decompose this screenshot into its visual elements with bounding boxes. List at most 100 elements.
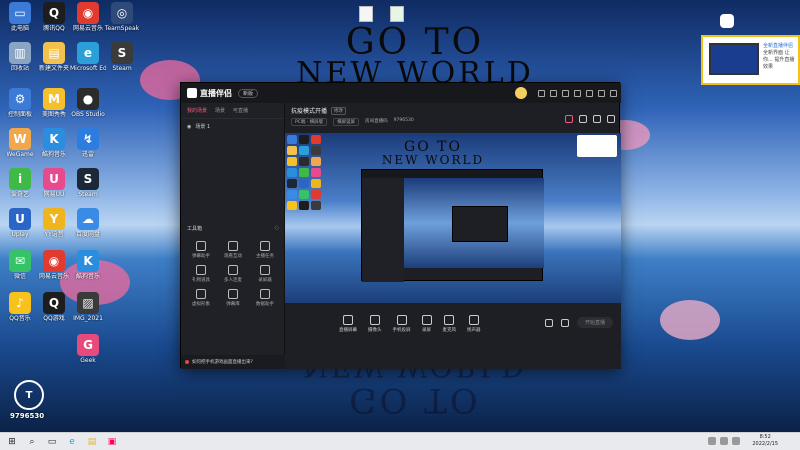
tab-scenes[interactable]: 场景 <box>215 107 225 114</box>
source-tool-icon <box>468 315 479 325</box>
desktop-icon[interactable]: ▭ 此电脑 <box>2 2 38 33</box>
eye-icon[interactable]: ◉ <box>187 124 191 130</box>
taskbar: ⊞ ⌕ ▭ e ▤ ▣ 8:52 2022/2/15 <box>0 432 800 450</box>
desktop-icon[interactable]: ↯ 迅雷 <box>70 128 106 159</box>
system-tray <box>708 437 740 445</box>
app-icon: ♪ <box>9 292 31 314</box>
toolbox-item[interactable]: 主播任务 <box>249 241 281 259</box>
stream-title: 抗疫模式开播 <box>291 108 328 115</box>
desktop-icon[interactable]: W WeGame <box>2 128 38 159</box>
desktop-icon[interactable]: ▤ 新建文件夹 <box>36 42 72 73</box>
toolbox-item[interactable]: 观看互动 <box>217 241 249 259</box>
preview-notification <box>577 135 617 157</box>
source-tools: 直播屏幕 摄像头 手机投屏 录屏 麦克风 扬声器 <box>339 315 481 333</box>
maximize-icon[interactable] <box>598 89 605 97</box>
nested-app-window <box>361 169 544 282</box>
message-icon[interactable] <box>538 89 545 97</box>
clock[interactable]: 8:52 2022/2/15 <box>752 434 778 448</box>
start-icon[interactable]: ⊞ <box>4 436 20 448</box>
app-titlebar[interactable]: 直播伴侣 新版 <box>181 83 621 103</box>
share-icon[interactable] <box>607 115 615 123</box>
desktop-icon[interactable]: ⚙ 控制面板 <box>2 88 38 119</box>
network-icon[interactable] <box>708 437 716 445</box>
desktop-icon[interactable]: U 网易UU <box>36 168 72 199</box>
toolbox-item[interactable]: 弹幕助手 <box>185 241 217 259</box>
desktop-icon[interactable]: M 美图秀秀 <box>36 88 72 119</box>
skin-icon[interactable] <box>562 89 569 97</box>
ime-icon[interactable] <box>732 437 740 445</box>
desktop-icon[interactable]: ▨ IMG_2021 <box>70 292 106 323</box>
preview-app-icon <box>287 179 297 188</box>
desktop-icon[interactable]: ◉ 网易云音乐 <box>70 2 106 33</box>
settings-gear-icon[interactable] <box>560 318 569 327</box>
toolbox-item[interactable]: 数据助手 <box>249 289 281 307</box>
desktop-icon[interactable]: G Geek <box>70 334 106 365</box>
desktop-icon[interactable]: ● OBS Studio <box>70 88 106 119</box>
toolbox-item[interactable]: 礼物道具 <box>185 265 217 283</box>
app-name: 直播伴侣 <box>200 88 232 98</box>
volume-icon[interactable] <box>720 437 728 445</box>
desktop-icon[interactable]: ◉ 网易云音乐 <box>36 250 72 281</box>
desktop-icon[interactable]: eMicrosoft Edge <box>70 42 106 73</box>
orientation-select[interactable]: 横屏竖屏 <box>333 118 360 126</box>
source-tool-button[interactable]: 手机投屏 <box>393 315 411 333</box>
desktop-icon[interactable]: ◎ TeamSpeak <box>104 2 140 33</box>
close-icon[interactable] <box>610 89 617 97</box>
stream-header: 抗疫模式开播 修改 PC端 · 横屏版 横屏竖屏 房间直播码 9796530 <box>285 103 621 133</box>
desktop-icon-label: 网易UU <box>43 191 65 198</box>
nested-inner-window <box>452 206 508 242</box>
desktop-file-icon[interactable] <box>359 6 373 22</box>
desktop-icon[interactable]: ♪ QQ音乐 <box>2 292 38 323</box>
menu-icon[interactable] <box>574 89 581 97</box>
desktop-icon[interactable]: i 爱奇艺 <box>2 168 38 199</box>
desktop-icon[interactable]: U Uplay <box>2 208 38 239</box>
tab-my-scenes[interactable]: 我的场景 <box>187 107 207 114</box>
live-companion-window[interactable]: 直播伴侣 新版 我的场景 场景 可直播 ◉ 场景 1 工具箱 ◌ 弹幕助手 观看互… <box>180 82 621 369</box>
gift-icon[interactable] <box>565 115 573 123</box>
source-tool-button[interactable]: 麦克风 <box>443 315 456 333</box>
settings-icon[interactable] <box>550 89 557 97</box>
app-icon: ✉ <box>9 250 31 272</box>
minimize-icon[interactable] <box>586 89 593 97</box>
source-tool-button[interactable]: 摄像头 <box>368 315 382 333</box>
notification-toast[interactable]: 全新直播伴侣 全新界面 让你... 提升直播效果 <box>701 35 800 85</box>
record-icon[interactable] <box>544 318 553 327</box>
live-preview[interactable]: GO TO NEW WORLD <box>285 133 621 303</box>
desktop-icon-label: 网易云音乐 <box>38 273 69 280</box>
desktop-file-icon[interactable] <box>390 6 404 22</box>
source-tool-button[interactable]: 录屏 <box>421 315 432 333</box>
toolbox-item[interactable]: 虚拟形象 <box>185 289 217 307</box>
desktop-icon[interactable]: Y YY语音 <box>36 208 72 239</box>
desktop-icon[interactable]: K 酷狗音乐 <box>36 128 72 159</box>
platform-select[interactable]: PC端 · 横屏版 <box>291 118 328 126</box>
task-view-icon[interactable]: ▭ <box>44 436 60 448</box>
desktop-icon[interactable]: ☁ 百度网盘 <box>70 208 106 239</box>
desktop-icon[interactable]: ✉ 微信 <box>2 250 38 281</box>
desktop-icon[interactable]: S Steam <box>104 42 140 73</box>
scene-item[interactable]: ◉ 场景 1 <box>181 119 284 134</box>
app-icon: G <box>77 334 99 356</box>
toolbox-settings-icon[interactable]: ◌ <box>275 225 279 232</box>
desktop-icon[interactable]: Q 腾讯QQ <box>36 2 72 33</box>
app-version-badge[interactable]: 新版 <box>238 88 259 98</box>
desktop-icon[interactable]: Q QQ游戏 <box>36 292 72 323</box>
avatar[interactable] <box>515 87 527 99</box>
toolbox-item[interactable]: 录屏器 <box>249 265 281 283</box>
explorer-icon[interactable]: ▤ <box>84 436 100 448</box>
help-notice[interactable]: 如何把手机游戏画面直播出来? <box>181 355 285 369</box>
desktop-icon[interactable]: S Steam <box>70 168 106 199</box>
edge-icon[interactable]: e <box>64 436 80 448</box>
desktop-icon[interactable]: ▥ 回收站 <box>2 42 38 73</box>
edit-title-button[interactable]: 修改 <box>331 106 347 115</box>
desktop-icon[interactable]: K 酷狗音乐 <box>70 250 106 281</box>
toolbox-item[interactable]: 多人连麦 <box>217 265 249 283</box>
cart-icon[interactable] <box>579 115 587 123</box>
bell-icon[interactable] <box>593 115 601 123</box>
live-companion-taskbar-icon[interactable]: ▣ <box>104 436 120 448</box>
source-tool-button[interactable]: 扬声器 <box>467 315 481 333</box>
start-live-button[interactable]: 开始直播 <box>576 317 613 328</box>
source-tool-button[interactable]: 直播屏幕 <box>339 315 357 333</box>
toolbox-item[interactable]: 弹幕库 <box>217 289 249 307</box>
tab-live[interactable]: 可直播 <box>233 107 248 114</box>
search-icon[interactable]: ⌕ <box>24 436 40 448</box>
